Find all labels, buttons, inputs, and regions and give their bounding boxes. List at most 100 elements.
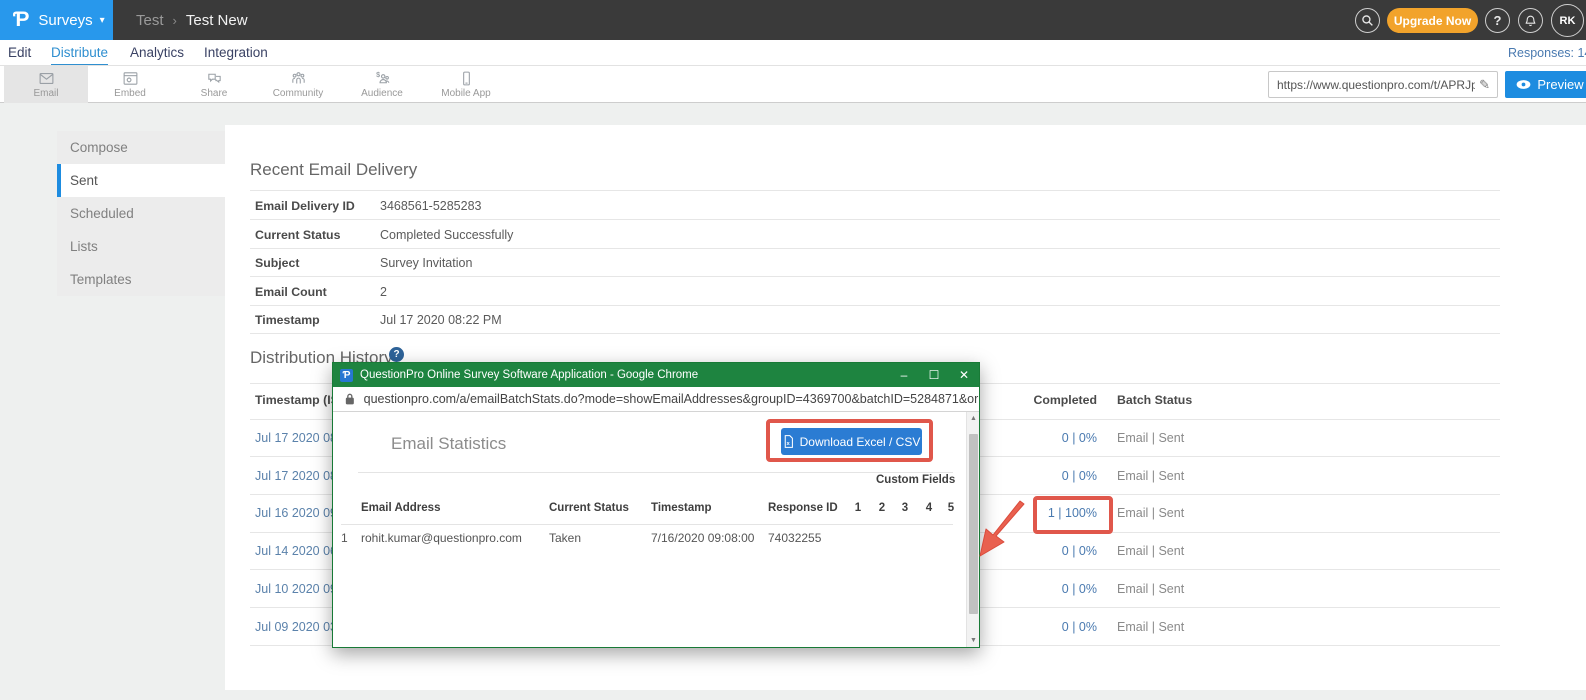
edit-pencil-icon[interactable]: ✎ <box>1479 77 1497 93</box>
close-button[interactable]: ✕ <box>949 363 979 387</box>
detail-value: Survey Invitation <box>380 256 472 270</box>
detail-label: Email Count <box>255 285 327 299</box>
popup-row-timestamp: 7/16/2020 09:08:00 <box>651 531 754 545</box>
channel-community[interactable]: Community <box>256 66 340 103</box>
chevron-down-icon: ▾ <box>100 15 105 26</box>
divider <box>250 305 1500 306</box>
help-icon: ? <box>1494 13 1502 28</box>
divider <box>250 276 1500 277</box>
channel-mobile-app[interactable]: Mobile App <box>424 66 508 103</box>
popup-col-email: Email Address <box>361 502 440 514</box>
help-circle-icon[interactable]: ? <box>389 347 404 362</box>
upgrade-now-button[interactable]: Upgrade Now <box>1387 8 1478 33</box>
recent-delivery-title: Recent Email Delivery <box>250 160 417 180</box>
survey-tab-bar: Edit Distribute Analytics Integration Re… <box>0 40 1586 66</box>
popup-body: Email Statistics x Download Excel / CSV … <box>333 412 979 647</box>
minimize-button[interactable]: – <box>889 363 919 387</box>
email-statistics-popup: Ƥ QuestionPro Online Survey Software App… <box>332 362 980 648</box>
email-sidebar: Compose Sent Scheduled Lists Templates <box>57 131 225 296</box>
preview-button[interactable]: Preview <box>1505 71 1586 98</box>
survey-url-field-wrap: ✎ <box>1268 71 1498 98</box>
detail-label: Timestamp <box>255 313 320 327</box>
detail-label: Email Delivery ID <box>255 199 355 213</box>
survey-url-input[interactable] <box>1269 78 1479 92</box>
bell-icon <box>1524 14 1537 27</box>
tab-distribute[interactable]: Distribute <box>51 40 108 65</box>
tab-analytics[interactable]: Analytics <box>130 40 184 65</box>
search-button[interactable] <box>1355 8 1380 33</box>
sidebar-item-lists[interactable]: Lists <box>57 230 225 263</box>
channel-label: Mobile App <box>441 88 490 99</box>
mobile-app-icon <box>457 70 476 87</box>
lock-icon <box>345 393 355 405</box>
channel-email[interactable]: Email <box>4 66 88 103</box>
popup-col-cf1: 1 <box>852 502 864 514</box>
breadcrumb-parent[interactable]: Test <box>136 12 164 29</box>
detail-label: Subject <box>255 256 299 270</box>
detail-value: Jul 17 2020 08:22 PM <box>380 313 502 327</box>
history-batch-status: Email | Sent <box>1117 469 1184 483</box>
popup-url-text: questionpro.com/a/emailBatchStats.do?mod… <box>364 392 979 406</box>
sidebar-item-sent[interactable]: Sent <box>57 164 225 197</box>
scrollbar-thumb[interactable] <box>969 434 978 614</box>
scroll-down-icon[interactable]: ▼ <box>967 634 980 647</box>
email-icon <box>37 70 56 87</box>
responses-count-link[interactable]: Responses: 14 <box>1508 40 1586 65</box>
questionpro-favicon-icon: Ƥ <box>340 369 353 382</box>
history-batch-status: Email | Sent <box>1117 620 1184 634</box>
community-icon <box>289 70 308 87</box>
email-statistics-heading: Email Statistics <box>391 434 506 454</box>
channel-audience[interactable]: $ Audience <box>340 66 424 103</box>
history-batch-status: Email | Sent <box>1117 431 1184 445</box>
audience-icon: $ <box>373 70 392 87</box>
popup-col-cf3: 3 <box>899 502 911 514</box>
breadcrumb: Test › Test New <box>136 0 248 40</box>
sidebar-item-compose[interactable]: Compose <box>57 131 225 164</box>
channel-embed[interactable]: Embed <box>88 66 172 103</box>
notifications-button[interactable] <box>1518 8 1543 33</box>
tab-integration[interactable]: Integration <box>204 40 268 65</box>
divider <box>250 219 1500 220</box>
column-header-completed: Completed <box>1031 393 1097 407</box>
history-batch-status: Email | Sent <box>1117 506 1184 520</box>
popup-row-response-id: 74032255 <box>768 531 821 545</box>
detail-value: 3468561-5285283 <box>380 199 482 213</box>
maximize-button[interactable]: ☐ <box>919 363 949 387</box>
scroll-up-icon[interactable]: ▲ <box>967 412 980 425</box>
svg-text:x: x <box>786 441 790 447</box>
popup-col-status: Current Status <box>549 502 629 514</box>
history-completed-link[interactable]: 0 | 0% <box>997 620 1097 634</box>
popup-address-bar[interactable]: questionpro.com/a/emailBatchStats.do?mod… <box>333 387 979 412</box>
eye-icon <box>1516 79 1531 90</box>
channel-label: Community <box>273 88 324 99</box>
history-completed-link[interactable]: 0 | 0% <box>997 431 1097 445</box>
channel-label: Audience <box>361 88 403 99</box>
surveys-menu[interactable]: Ƥ Surveys ▾ <box>0 0 113 40</box>
download-label: Download Excel / CSV <box>800 435 921 449</box>
sidebar-item-templates[interactable]: Templates <box>57 263 225 296</box>
sidebar-item-scheduled[interactable]: Scheduled <box>57 197 225 230</box>
history-completed-link[interactable]: 0 | 0% <box>997 582 1097 596</box>
custom-fields-label: Custom Fields <box>876 474 955 486</box>
popup-row-status: Taken <box>549 531 581 545</box>
history-batch-status: Email | Sent <box>1117 544 1184 558</box>
history-completed-link[interactable]: 1 | 100% <box>997 506 1097 520</box>
history-completed-link[interactable]: 0 | 0% <box>997 469 1097 483</box>
download-excel-csv-button[interactable]: x Download Excel / CSV <box>781 428 922 455</box>
top-bar: Ƥ Surveys ▾ Test › Test New Upgrade Now … <box>0 0 1586 40</box>
share-icon <box>205 70 224 87</box>
channel-share[interactable]: Share <box>172 66 256 103</box>
help-button[interactable]: ? <box>1485 8 1510 33</box>
avatar[interactable]: RK <box>1551 4 1584 37</box>
search-icon <box>1361 14 1374 27</box>
popup-scrollbar[interactable]: ▲ ▼ <box>966 412 979 647</box>
popup-col-cf4: 4 <box>923 502 935 514</box>
tab-edit[interactable]: Edit <box>8 40 31 65</box>
popup-title-bar[interactable]: Ƥ QuestionPro Online Survey Software App… <box>333 363 979 387</box>
popup-col-cf2: 2 <box>876 502 888 514</box>
popup-window-title: QuestionPro Online Survey Software Appli… <box>360 369 889 381</box>
popup-row-email: rohit.kumar@questionpro.com <box>361 531 522 545</box>
divider <box>358 472 953 473</box>
history-completed-link[interactable]: 0 | 0% <box>997 544 1097 558</box>
divider <box>250 248 1500 249</box>
